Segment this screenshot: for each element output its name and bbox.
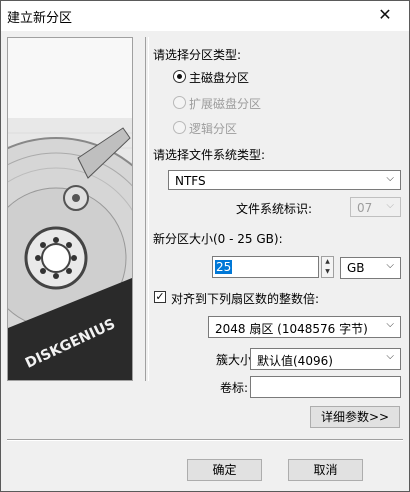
filesystem-value: NTFS	[175, 174, 206, 188]
chevron-down-icon: ⌵	[386, 351, 394, 362]
dialog-title: 建立新分区	[7, 11, 73, 26]
volume-label-label: 卷标:	[220, 381, 249, 395]
horizontal-divider	[7, 439, 403, 441]
ok-button[interactable]: 确定	[187, 459, 262, 481]
size-input[interactable]: 25	[212, 256, 319, 278]
size-unit-value: GB	[347, 261, 365, 275]
details-button[interactable]: 详细参数>>	[310, 406, 400, 428]
chevron-down-icon: ⌵	[386, 173, 394, 184]
spin-up-icon[interactable]: ▲	[322, 257, 333, 267]
cancel-button[interactable]: 取消	[288, 459, 363, 481]
radio-primary-label[interactable]: 主磁盘分区	[189, 69, 249, 86]
title-bar: 建立新分区 ✕	[1, 1, 409, 31]
radio-primary[interactable]	[173, 70, 186, 83]
filesystem-select[interactable]: NTFS ⌵	[168, 170, 401, 190]
radio-extended[interactable]	[173, 96, 186, 109]
partition-type-label: 请选择分区类型:	[153, 48, 242, 62]
radio-logical-label[interactable]: 逻辑分区	[189, 120, 237, 137]
align-checkbox[interactable]: ✓	[154, 291, 166, 303]
hard-disk-icon: DISKGENIUS	[8, 38, 132, 380]
cluster-size-value: 默认值(4096)	[257, 354, 333, 368]
filesystem-id-value: 07	[357, 201, 373, 215]
chevron-down-icon: ⌵	[386, 260, 394, 271]
size-label: 新分区大小(0 - 25 GB):	[153, 232, 283, 246]
align-sectors-value: 2048 扇区 (1048576 字节)	[215, 322, 368, 336]
chevron-down-icon: ⌵	[386, 319, 394, 330]
new-partition-dialog: 建立新分区 ✕ DISKGENIUS 请选择分区类型: 主磁盘分区 扩展磁盘分区…	[0, 0, 410, 492]
close-icon[interactable]: ✕	[363, 1, 407, 31]
cluster-size-select[interactable]: 默认值(4096) ⌵	[250, 348, 401, 370]
size-unit-select[interactable]: GB ⌵	[340, 257, 401, 279]
spin-down-icon[interactable]: ▼	[322, 267, 333, 277]
align-sectors-select[interactable]: 2048 扇区 (1048576 字节) ⌵	[208, 316, 401, 338]
filesystem-id-label: 文件系统标识:	[236, 202, 313, 216]
size-value: 25	[215, 260, 233, 274]
volume-label-input[interactable]	[250, 376, 401, 398]
filesystem-label: 请选择文件系统类型:	[153, 148, 266, 162]
radio-extended-label[interactable]: 扩展磁盘分区	[189, 95, 261, 112]
chevron-down-icon: ⌵	[386, 200, 394, 211]
radio-logical[interactable]	[173, 121, 186, 134]
vertical-divider	[145, 37, 149, 381]
diskgenius-illustration: DISKGENIUS	[7, 37, 133, 381]
size-stepper[interactable]: ▲ ▼	[321, 256, 334, 278]
filesystem-id-select[interactable]: 07 ⌵	[350, 197, 401, 217]
align-label[interactable]: 对齐到下列扇区数的整数倍:	[171, 290, 319, 307]
